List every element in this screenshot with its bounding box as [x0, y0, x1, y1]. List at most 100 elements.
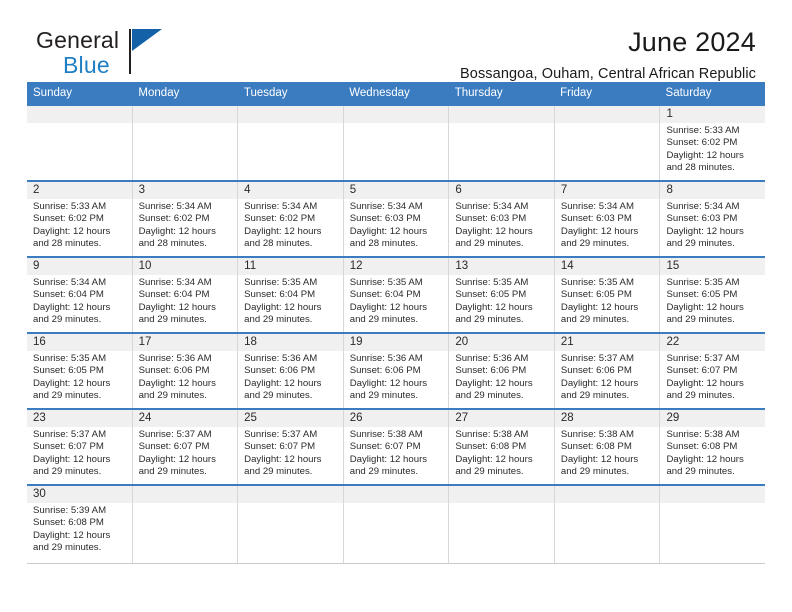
day-cell[interactable] — [133, 503, 239, 563]
day-cell[interactable]: Sunrise: 5:33 AM Sunset: 6:02 PM Dayligh… — [660, 123, 765, 180]
week-body-row: Sunrise: 5:39 AM Sunset: 6:08 PM Dayligh… — [27, 503, 765, 563]
day-cell[interactable]: Sunrise: 5:35 AM Sunset: 6:04 PM Dayligh… — [238, 275, 344, 332]
day-cell[interactable]: Sunrise: 5:34 AM Sunset: 6:04 PM Dayligh… — [133, 275, 239, 332]
day-number[interactable]: 20 — [449, 334, 555, 351]
day-number[interactable] — [238, 106, 344, 123]
week-body-row: Sunrise: 5:37 AM Sunset: 6:07 PM Dayligh… — [27, 427, 765, 484]
day-number[interactable]: 11 — [238, 258, 344, 275]
week-body-row: Sunrise: 5:34 AM Sunset: 6:04 PM Dayligh… — [27, 275, 765, 332]
sunrise-text: Sunrise: 5:35 AM — [33, 353, 107, 364]
day-cell[interactable] — [660, 503, 765, 563]
day-number[interactable]: 26 — [344, 410, 450, 427]
day-number[interactable]: 17 — [133, 334, 239, 351]
day-cell[interactable]: Sunrise: 5:37 AM Sunset: 6:07 PM Dayligh… — [27, 427, 133, 484]
day-cell[interactable]: Sunrise: 5:34 AM Sunset: 6:03 PM Dayligh… — [660, 199, 765, 256]
day-cell[interactable]: Sunrise: 5:36 AM Sunset: 6:06 PM Dayligh… — [449, 351, 555, 408]
day-number[interactable]: 22 — [660, 334, 765, 351]
day-number[interactable] — [555, 486, 661, 503]
day-number[interactable]: 2 — [27, 182, 133, 199]
day-cell[interactable] — [344, 123, 450, 180]
day-number[interactable] — [238, 486, 344, 503]
day-cell[interactable] — [555, 123, 661, 180]
day-cell[interactable] — [238, 123, 344, 180]
day-number[interactable]: 23 — [27, 410, 133, 427]
day-number[interactable] — [449, 486, 555, 503]
day-cell[interactable] — [449, 123, 555, 180]
day-cell[interactable]: Sunrise: 5:34 AM Sunset: 6:03 PM Dayligh… — [555, 199, 661, 256]
day-cell[interactable]: Sunrise: 5:37 AM Sunset: 6:07 PM Dayligh… — [238, 427, 344, 484]
day-cell[interactable]: Sunrise: 5:37 AM Sunset: 6:06 PM Dayligh… — [555, 351, 661, 408]
daylight-text: Daylight: 12 hours — [33, 225, 111, 237]
day-cell[interactable]: Sunrise: 5:39 AM Sunset: 6:08 PM Dayligh… — [27, 503, 133, 563]
day-cell[interactable]: Sunrise: 5:38 AM Sunset: 6:07 PM Dayligh… — [344, 427, 450, 484]
day-number[interactable]: 7 — [555, 182, 661, 199]
daylight-text: Daylight: 12 hours — [455, 377, 533, 389]
day-cell[interactable]: Sunrise: 5:34 AM Sunset: 6:03 PM Dayligh… — [449, 199, 555, 256]
sunrise-text: Sunrise: 5:34 AM — [33, 277, 107, 288]
sunrise-text: Sunrise: 5:34 AM — [138, 277, 212, 288]
week-body-row: Sunrise: 5:35 AM Sunset: 6:05 PM Dayligh… — [27, 351, 765, 408]
day-number[interactable]: 14 — [555, 258, 661, 275]
day-cell[interactable] — [555, 503, 661, 563]
day-cell[interactable]: Sunrise: 5:33 AM Sunset: 6:02 PM Dayligh… — [27, 199, 133, 256]
day-number[interactable] — [133, 106, 239, 123]
daylight-text-cont: and 29 minutes. — [244, 314, 313, 326]
day-number[interactable]: 25 — [238, 410, 344, 427]
day-cell[interactable]: Sunrise: 5:34 AM Sunset: 6:03 PM Dayligh… — [344, 199, 450, 256]
day-number[interactable] — [27, 106, 133, 123]
day-cell[interactable]: Sunrise: 5:35 AM Sunset: 6:05 PM Dayligh… — [660, 275, 765, 332]
day-cell[interactable]: Sunrise: 5:34 AM Sunset: 6:02 PM Dayligh… — [133, 199, 239, 256]
day-number[interactable]: 12 — [344, 258, 450, 275]
day-cell[interactable]: Sunrise: 5:35 AM Sunset: 6:05 PM Dayligh… — [27, 351, 133, 408]
day-number[interactable] — [555, 106, 661, 123]
day-number[interactable]: 28 — [555, 410, 661, 427]
day-cell[interactable]: Sunrise: 5:37 AM Sunset: 6:07 PM Dayligh… — [133, 427, 239, 484]
day-cell[interactable]: Sunrise: 5:36 AM Sunset: 6:06 PM Dayligh… — [133, 351, 239, 408]
day-number[interactable]: 15 — [660, 258, 765, 275]
day-cell[interactable]: Sunrise: 5:35 AM Sunset: 6:05 PM Dayligh… — [449, 275, 555, 332]
day-cell[interactable]: Sunrise: 5:34 AM Sunset: 6:02 PM Dayligh… — [238, 199, 344, 256]
day-number[interactable]: 18 — [238, 334, 344, 351]
day-cell[interactable] — [133, 123, 239, 180]
day-number[interactable] — [344, 106, 450, 123]
day-cell[interactable]: Sunrise: 5:37 AM Sunset: 6:07 PM Dayligh… — [660, 351, 765, 408]
generalblue-logo[interactable]: General Blue — [36, 28, 226, 82]
day-cell[interactable]: Sunrise: 5:38 AM Sunset: 6:08 PM Dayligh… — [660, 427, 765, 484]
day-number[interactable]: 24 — [133, 410, 239, 427]
day-cell[interactable]: Sunrise: 5:36 AM Sunset: 6:06 PM Dayligh… — [344, 351, 450, 408]
day-number[interactable]: 6 — [449, 182, 555, 199]
day-number[interactable] — [660, 486, 765, 503]
day-cell[interactable]: Sunrise: 5:38 AM Sunset: 6:08 PM Dayligh… — [555, 427, 661, 484]
day-number[interactable]: 9 — [27, 258, 133, 275]
day-number[interactable]: 29 — [660, 410, 765, 427]
day-number[interactable]: 27 — [449, 410, 555, 427]
day-number[interactable]: 10 — [133, 258, 239, 275]
day-number[interactable]: 19 — [344, 334, 450, 351]
day-cell[interactable] — [238, 503, 344, 563]
day-cell[interactable]: Sunrise: 5:35 AM Sunset: 6:05 PM Dayligh… — [555, 275, 661, 332]
day-number[interactable]: 30 — [27, 486, 133, 503]
day-number[interactable]: 13 — [449, 258, 555, 275]
week-date-band: 16 17 18 19 20 21 22 — [27, 334, 765, 351]
day-cell[interactable]: Sunrise: 5:36 AM Sunset: 6:06 PM Dayligh… — [238, 351, 344, 408]
day-number[interactable]: 16 — [27, 334, 133, 351]
day-number[interactable] — [133, 486, 239, 503]
day-number[interactable]: 1 — [660, 106, 765, 123]
day-number[interactable] — [344, 486, 450, 503]
day-cell[interactable]: Sunrise: 5:35 AM Sunset: 6:04 PM Dayligh… — [344, 275, 450, 332]
day-cell[interactable] — [344, 503, 450, 563]
day-number[interactable] — [449, 106, 555, 123]
day-cell[interactable]: Sunrise: 5:34 AM Sunset: 6:04 PM Dayligh… — [27, 275, 133, 332]
day-number[interactable]: 21 — [555, 334, 661, 351]
daylight-text: Daylight: 12 hours — [455, 225, 533, 237]
sunset-text: Sunset: 6:02 PM — [33, 213, 104, 225]
day-number[interactable]: 8 — [660, 182, 765, 199]
day-cell[interactable] — [449, 503, 555, 563]
day-number[interactable]: 4 — [238, 182, 344, 199]
day-cell[interactable]: Sunrise: 5:38 AM Sunset: 6:08 PM Dayligh… — [449, 427, 555, 484]
daylight-text: Daylight: 12 hours — [138, 301, 216, 313]
day-cell[interactable] — [27, 123, 133, 180]
day-number[interactable]: 3 — [133, 182, 239, 199]
day-number[interactable]: 5 — [344, 182, 450, 199]
sunset-text: Sunset: 6:07 PM — [349, 441, 421, 453]
